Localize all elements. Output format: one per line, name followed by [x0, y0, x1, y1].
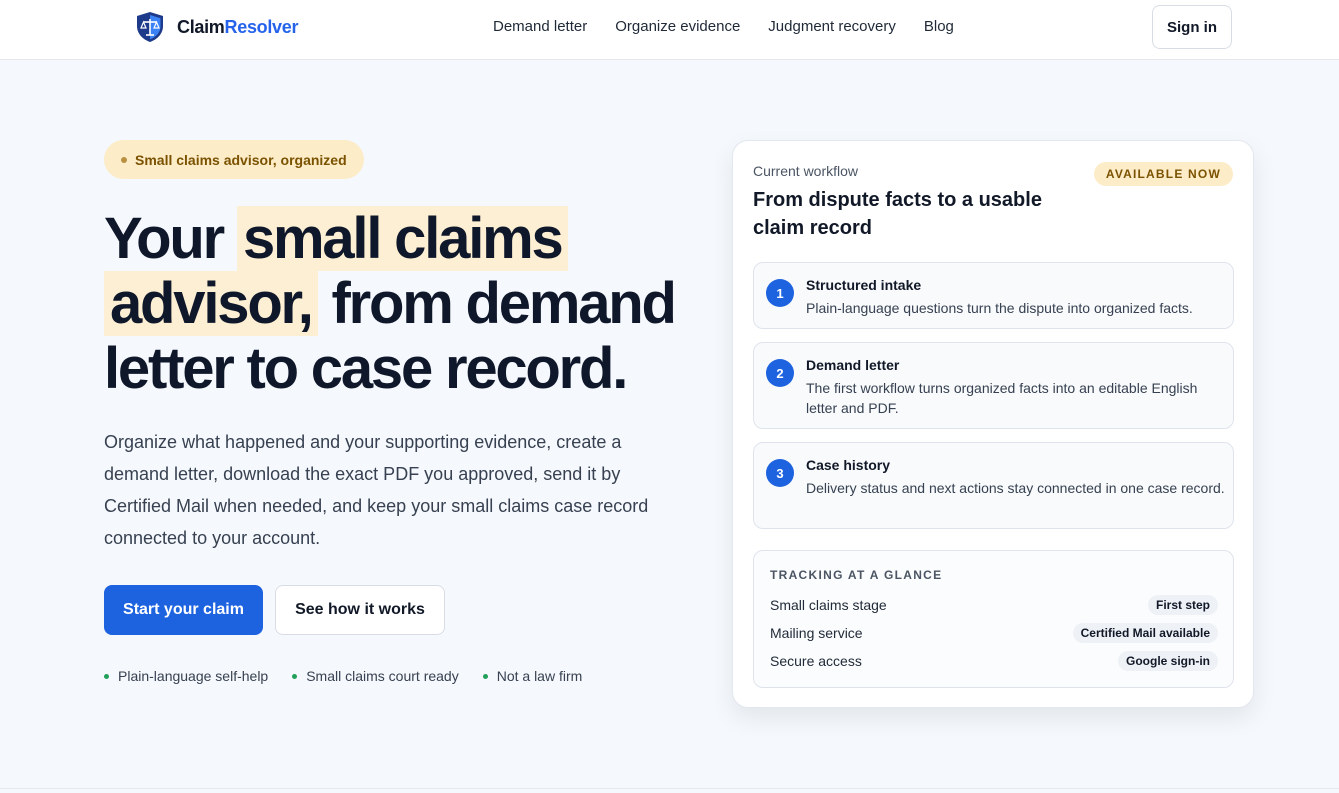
tracking-row: Secure access Google sign-in: [770, 651, 1218, 671]
tracking-heading: TRACKING AT A GLANCE: [770, 568, 943, 582]
step-number: 2: [766, 359, 794, 387]
workflow-step: 1 Structured intake Plain-language quest…: [753, 262, 1234, 329]
trust-item: Plain-language self-help: [104, 668, 268, 684]
step-number: 3: [766, 459, 794, 487]
hero-pill-badge: Small claims advisor, organized: [104, 140, 364, 179]
main-nav: Demand letter Organize evidence Judgment…: [493, 18, 982, 36]
trust-item-label: Plain-language self-help: [118, 668, 269, 684]
step-description: Plain-language questions turn the disput…: [806, 300, 1193, 316]
step-number: 1: [766, 279, 794, 307]
trust-item-label: Small claims court ready: [306, 668, 459, 684]
nav-blog[interactable]: Blog: [924, 18, 954, 36]
step-description: The first workflow turns organized facts…: [806, 380, 1198, 416]
tracking-label: Mailing service: [770, 625, 863, 641]
trust-indicators: Plain-language self-help Small claims co…: [104, 668, 606, 684]
card-title: From dispute facts to a usable claim rec…: [753, 189, 1042, 239]
sign-in-button[interactable]: Sign in: [1152, 5, 1232, 49]
hero-title-highlight-2: advisor,: [104, 271, 318, 336]
brand-name-part2: Resolver: [224, 16, 299, 37]
hero-title-part1: Your: [104, 206, 237, 271]
brand-name: ClaimResolver: [177, 17, 298, 38]
workflow-step: 3 Case history Delivery status and next …: [753, 442, 1234, 529]
section-divider: [0, 788, 1339, 789]
step-title: Structured intake: [806, 277, 922, 293]
green-dot-icon: [104, 673, 109, 679]
step-description: Delivery status and next actions stay co…: [806, 480, 1225, 496]
brand-logo[interactable]: ClaimResolver: [135, 11, 298, 43]
workflow-step: 2 Demand letter The first workflow turns…: [753, 342, 1234, 429]
workflow-card: Current workflow From dispute facts to a…: [732, 140, 1254, 708]
green-dot-icon: [292, 673, 298, 679]
pill-dot-icon: [121, 156, 127, 163]
tracking-value-chip: Certified Mail available: [1072, 623, 1218, 643]
shield-scales-icon: [137, 12, 163, 42]
tracking-row: Mailing service Certified Mail available: [770, 623, 1218, 643]
tracking-value-chip: First step: [1147, 595, 1218, 615]
trust-item: Not a law firm: [482, 668, 583, 684]
nav-judgment-recovery[interactable]: Judgment recovery: [768, 18, 896, 36]
step-title: Demand letter: [806, 357, 900, 373]
tracking-label: Secure access: [770, 653, 862, 669]
see-how-it-works-button[interactable]: See how it works: [275, 585, 445, 635]
tracking-value-chip: Google sign-in: [1118, 651, 1218, 671]
card-kicker: Current workflow: [753, 163, 859, 179]
tracking-panel: TRACKING AT A GLANCE Small claims stage …: [753, 550, 1234, 688]
hero-title-highlight-1: small claims: [236, 206, 568, 271]
trust-item-label: Not a law firm: [496, 668, 583, 684]
tracking-label: Small claims stage: [770, 597, 887, 613]
start-claim-button[interactable]: Start your claim: [104, 585, 263, 635]
site-header: ClaimResolver Demand letter Organize evi…: [0, 0, 1339, 60]
hero-description: Organize what happened and your supporti…: [104, 432, 649, 548]
hero-title: Your small claims advisor, from demand l…: [104, 206, 724, 401]
green-dot-icon: [482, 673, 488, 679]
trust-item: Small claims court ready: [292, 668, 459, 684]
hero-pill-text: Small claims advisor, organized: [135, 151, 347, 168]
brand-name-part1: Claim: [177, 16, 225, 37]
status-badge: AVAILABLE NOW: [1093, 162, 1233, 186]
nav-organize-evidence[interactable]: Organize evidence: [615, 18, 740, 36]
step-title: Case history: [806, 457, 891, 473]
tracking-row: Small claims stage First step: [770, 595, 1218, 615]
nav-demand-letter[interactable]: Demand letter: [493, 18, 587, 36]
